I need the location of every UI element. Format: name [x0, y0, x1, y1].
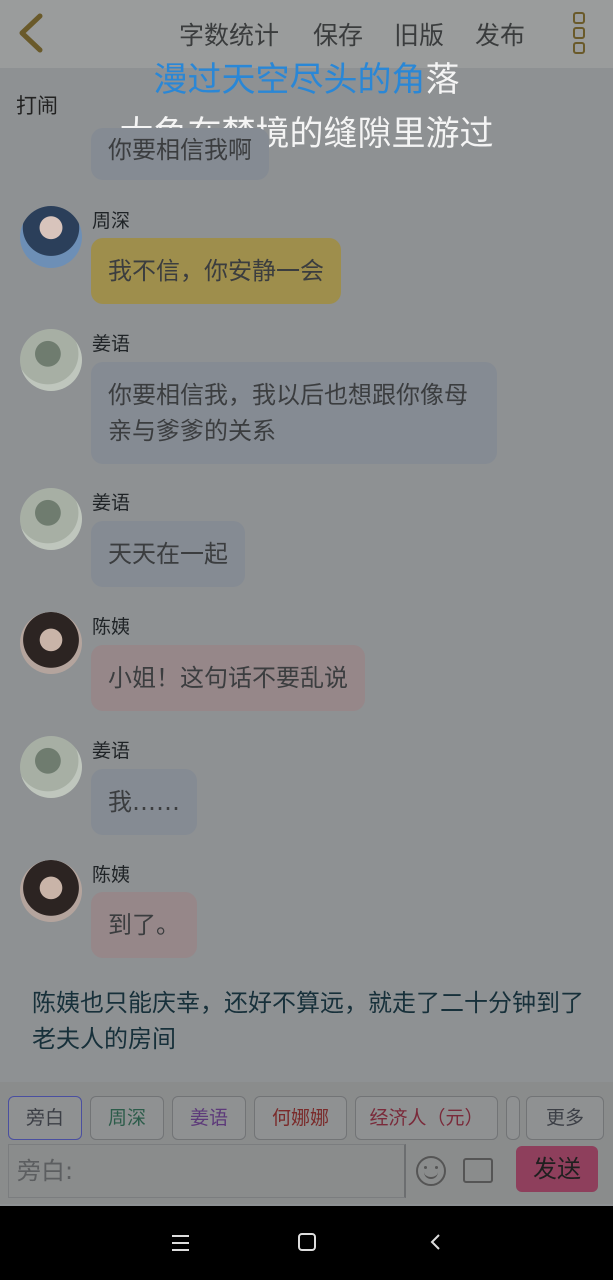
- publish-button[interactable]: 发布: [475, 16, 525, 52]
- emoji-icon[interactable]: [416, 1156, 446, 1186]
- image-icon[interactable]: [463, 1158, 493, 1183]
- message-bubble[interactable]: 我不信，你安静一会: [91, 238, 341, 304]
- home-icon[interactable]: [298, 1233, 316, 1251]
- word-count-button[interactable]: 字数统计: [179, 16, 279, 52]
- avatar[interactable]: [20, 206, 82, 268]
- tab-more[interactable]: 更多: [526, 1096, 604, 1140]
- speaker-name: 陈姨: [92, 864, 131, 886]
- tab-agent[interactable]: 经济人（元）: [355, 1096, 498, 1140]
- save-button[interactable]: 保存: [313, 16, 363, 52]
- avatar[interactable]: [20, 612, 82, 674]
- speaker-name: 陈姨: [92, 616, 131, 638]
- avatar[interactable]: [20, 488, 82, 550]
- back-icon[interactable]: [426, 1232, 446, 1252]
- speaker-name: 姜语: [92, 740, 131, 762]
- back-arrow-icon[interactable]: [14, 12, 46, 54]
- send-button[interactable]: 发送: [516, 1146, 598, 1192]
- speaker-name: 周深: [92, 210, 131, 232]
- speaker-name: 姜语: [92, 333, 131, 355]
- narration-text[interactable]: 陈姨也只能庆幸，还好不算远，就走了二十分钟到了老夫人的房间: [32, 985, 587, 1057]
- scene-label: 打闹: [16, 94, 58, 118]
- tab-he-nana[interactable]: 何娜娜: [254, 1096, 347, 1140]
- input-row: 旁白: 发送: [0, 1144, 613, 1204]
- avatar[interactable]: [20, 860, 82, 922]
- old-version-button[interactable]: 旧版: [394, 16, 444, 52]
- message-bubble[interactable]: 到了。: [91, 892, 197, 958]
- message-bubble[interactable]: 你要相信我，我以后也想跟你像母亲与爹爹的关系: [91, 362, 497, 464]
- tab-jiang-yu[interactable]: 姜语: [172, 1096, 246, 1140]
- message-bubble[interactable]: 天天在一起: [91, 521, 245, 587]
- tab-narrator[interactable]: 旁白: [8, 1096, 82, 1140]
- more-options-icon[interactable]: [571, 12, 587, 56]
- tab-zhou-shen[interactable]: 周深: [90, 1096, 164, 1140]
- recent-apps-icon[interactable]: [172, 1235, 189, 1256]
- message-bubble[interactable]: 小姐！这句话不要乱说: [91, 645, 365, 711]
- tab-partial[interactable]: [506, 1096, 520, 1140]
- lyric-rest: 落: [425, 60, 460, 100]
- message-bubble[interactable]: 我……: [91, 769, 197, 835]
- message-input[interactable]: 旁白:: [8, 1144, 406, 1198]
- lyric-highlight: 漫过天空尽头的角: [153, 60, 426, 100]
- message-bubble[interactable]: 你要相信我啊: [91, 128, 269, 180]
- system-nav-bar: [0, 1206, 613, 1280]
- character-tab-bar: 旁白 周深 姜语 何娜娜 经济人（元） 更多: [0, 1082, 613, 1144]
- speaker-name: 姜语: [92, 492, 131, 514]
- avatar[interactable]: [20, 329, 82, 391]
- lyric-line-1: 漫过天空尽头的角落: [0, 52, 613, 101]
- avatar[interactable]: [20, 736, 82, 798]
